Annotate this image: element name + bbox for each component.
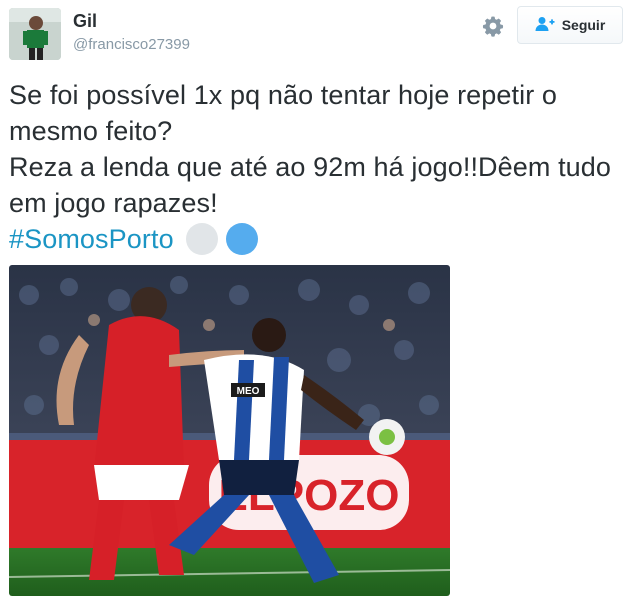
add-user-icon (535, 16, 555, 35)
author-handle[interactable]: @francisco27399 (73, 36, 190, 53)
football (369, 419, 405, 455)
hashtag-line: #SomosPorto (9, 221, 619, 257)
tweet-text-line-1: Se foi possível 1x pq não tentar hoje re… (9, 80, 558, 146)
author-name[interactable]: Gil (73, 11, 97, 32)
blue-circle-emoji-icon (225, 223, 258, 255)
gear-icon[interactable] (481, 14, 505, 38)
tweet-media-photo[interactable]: ELPOZO MEO (9, 265, 450, 596)
jersey-sponsor: MEO (237, 386, 260, 397)
tweet-text: Se foi possível 1x pq não tentar hoje re… (9, 77, 619, 257)
tweet-text-line-2: Reza a lenda que até ao 92m há jogo!!Dêe… (9, 152, 612, 218)
hashtag-link[interactable]: #SomosPorto (9, 221, 174, 257)
white-circle-emoji-icon (185, 223, 218, 255)
follow-label: Seguir (561, 17, 606, 33)
avatar[interactable] (9, 8, 61, 60)
follow-button[interactable]: Seguir (517, 6, 623, 44)
